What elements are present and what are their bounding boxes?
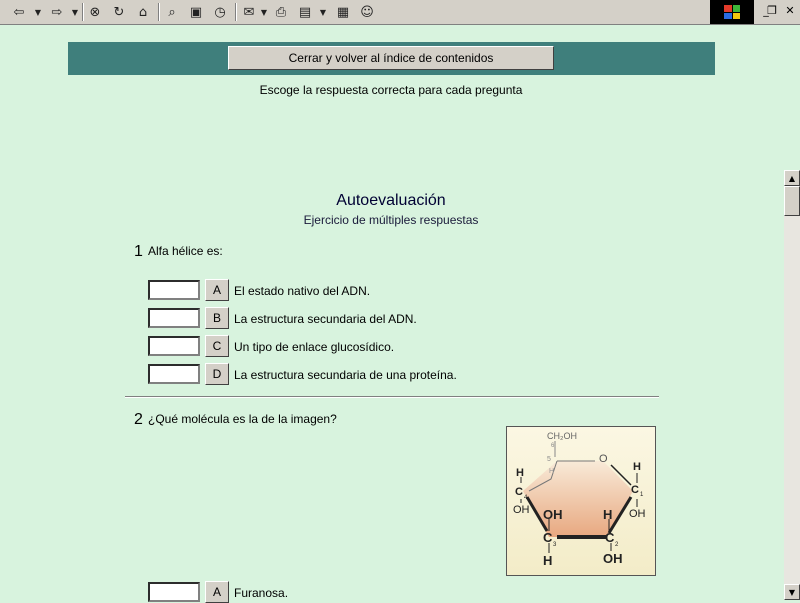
close-return-button[interactable]: Cerrar y volver al índice de contenidos <box>228 46 554 70</box>
molecule-label: C <box>605 530 615 545</box>
ring-shape <box>523 461 633 537</box>
answer-input[interactable] <box>148 582 200 602</box>
question-number: 1 <box>134 243 143 260</box>
search-icon[interactable]: ⌕ <box>163 3 181 21</box>
molecule-label: 5 <box>547 456 551 463</box>
molecule-label: CH₂OH <box>547 431 577 441</box>
forward-dropdown-icon[interactable]: ▼ <box>70 3 80 21</box>
page-title: Autoevaluación <box>336 192 446 209</box>
question-text: Alfa hélice es: <box>148 244 223 258</box>
mail-icon[interactable]: ✉ <box>240 3 258 21</box>
question-divider <box>125 396 659 398</box>
question-text: ¿Qué molécula es la de la imagen? <box>148 412 337 426</box>
scroll-up-icon[interactable]: ▲ <box>784 170 800 186</box>
option-text: Un tipo de enlace glucosídico. <box>234 340 395 354</box>
discuss-icon[interactable]: ▦ <box>334 3 352 21</box>
home-icon[interactable]: ⌂ <box>134 3 152 21</box>
molecule-label: C <box>543 530 553 545</box>
option-text: Furanosa. <box>234 586 289 600</box>
refresh-icon[interactable]: ↻ <box>110 3 128 21</box>
molecule-label: 3 <box>553 542 557 548</box>
instructions-text: Escoge la respuesta correcta para cada p… <box>259 83 523 97</box>
option-text: El estado nativo del ADN. <box>234 284 371 298</box>
history-icon[interactable]: ◷ <box>211 3 229 21</box>
favorites-icon[interactable]: ▣ <box>187 3 205 21</box>
option-b-button[interactable]: B <box>205 307 229 329</box>
page-subtitle: Ejercicio de múltiples respuestas <box>303 213 479 227</box>
back-icon[interactable]: ⇦ <box>10 3 28 21</box>
option-a-button[interactable]: A <box>205 279 229 301</box>
close-icon[interactable]: ✕ <box>782 2 798 18</box>
toolbar-separator <box>82 3 84 21</box>
edit-icon[interactable]: ▤ <box>296 3 314 21</box>
browser-toolbar: ⇦ ▼ ⇨ ▼ ⊗ ↻ ⌂ ⌕ ▣ ◷ ✉ ▼ ⎙ ▤ ▼ ▦ ☺ _ ❐ ✕ <box>0 0 800 25</box>
molecule-label: 2 <box>615 542 619 548</box>
molecule-image: CH₂OH 6 5 H O H H C 4 C 1 OH OH OH H C 3… <box>506 426 656 576</box>
molecule-label: O <box>599 453 608 465</box>
molecule-label: 1 <box>640 492 644 498</box>
forward-icon[interactable]: ⇨ <box>48 3 66 21</box>
answer-input[interactable] <box>148 280 200 300</box>
molecule-label: OH <box>629 508 646 520</box>
molecule-label: C <box>631 484 639 496</box>
molecule-label: 6 <box>551 443 555 449</box>
option-text: La estructura secundaria de una proteína… <box>234 368 457 382</box>
scroll-down-icon[interactable]: ▼ <box>784 584 800 600</box>
molecule-label: OH <box>513 504 530 516</box>
vertical-scrollbar[interactable]: ▲ ▼ <box>784 170 800 600</box>
molecule-label: H <box>633 461 641 473</box>
messenger-icon[interactable]: ☺ <box>358 3 376 21</box>
answer-input[interactable] <box>148 336 200 356</box>
molecule-label: OH <box>603 551 623 566</box>
molecule-label: OH <box>543 507 563 522</box>
stop-icon[interactable]: ⊗ <box>86 3 104 21</box>
molecule-diagram: CH₂OH 6 5 H O H H C 4 C 1 OH OH OH H C 3… <box>513 431 646 568</box>
option-d-button[interactable]: D <box>205 363 229 385</box>
print-icon[interactable]: ⎙ <box>272 3 290 21</box>
toolbar-separator <box>158 3 160 21</box>
option-c-button[interactable]: C <box>205 335 229 357</box>
restore-icon[interactable]: ❐ <box>764 2 780 18</box>
toolbar-separator <box>235 3 237 21</box>
mail-dropdown-icon[interactable]: ▼ <box>259 3 269 21</box>
edit-dropdown-icon[interactable]: ▼ <box>318 3 328 21</box>
question-number: 2 <box>134 411 143 428</box>
windows-logo-icon <box>710 0 754 24</box>
answer-input[interactable] <box>148 364 200 384</box>
molecule-label: H <box>543 553 552 568</box>
scroll-thumb[interactable] <box>784 186 800 216</box>
molecule-label: H <box>516 467 524 479</box>
molecule-label: C <box>515 486 523 498</box>
answer-input[interactable] <box>148 308 200 328</box>
molecule-label: H <box>603 507 612 522</box>
option-text: La estructura secundaria del ADN. <box>234 312 417 326</box>
back-dropdown-icon[interactable]: ▼ <box>33 3 43 21</box>
molecule-label: H <box>549 468 554 475</box>
